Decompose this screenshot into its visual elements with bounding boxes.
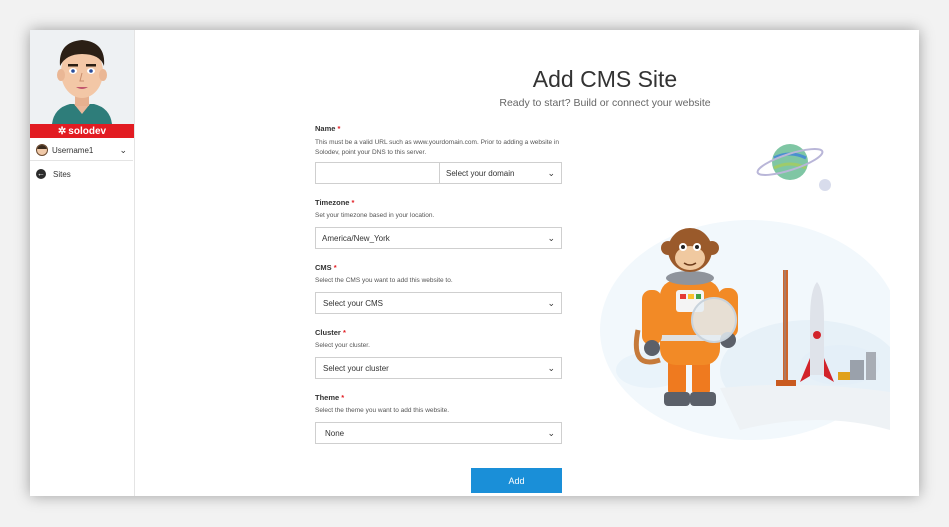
- timezone-help: Set your timezone based in your location…: [315, 212, 435, 219]
- cms-help: Select the CMS you want to add this webs…: [315, 277, 453, 284]
- chevron-down-icon: ⌄: [547, 167, 555, 178]
- chevron-down-icon: ⌄: [547, 232, 555, 243]
- app-window: ✲ solodev Username1 ⌄ ← Sites Add CMS Si…: [30, 30, 919, 496]
- cluster-label-text: Cluster: [315, 328, 341, 337]
- sidebar-item-sites[interactable]: ← Sites: [30, 166, 134, 182]
- cluster-select[interactable]: Select your cluster ⌄: [315, 357, 562, 379]
- required-mark: *: [351, 198, 355, 207]
- domain-select[interactable]: Select your domain ⌄: [439, 162, 562, 184]
- user-menu-dropdown[interactable]: Username1 ⌄: [30, 140, 133, 161]
- timezone-select[interactable]: America/New_York ⌄: [315, 227, 562, 249]
- username: Username1: [52, 145, 94, 155]
- chevron-down-icon: ⌄: [547, 362, 555, 373]
- timezone-label-text: Timezone: [315, 198, 350, 207]
- timezone-select-value: America/New_York: [322, 233, 390, 243]
- name-row: Select your domain ⌄: [315, 162, 562, 184]
- astronaut-monkey-illustration: [600, 144, 890, 440]
- name-label-text: Name: [315, 124, 336, 133]
- page-title: Add CMS Site: [532, 66, 678, 92]
- chevron-down-icon: ⌄: [119, 144, 127, 155]
- cluster-label: Cluster *: [315, 328, 562, 337]
- required-mark: *: [333, 263, 337, 272]
- theme-help: Select the theme you want to add this we…: [315, 407, 450, 414]
- domain-select-value: Select your domain: [446, 168, 515, 178]
- cms-label: CMS *: [315, 263, 562, 272]
- cms-select[interactable]: Select your CMS ⌄: [315, 292, 562, 314]
- cms-label-text: CMS: [315, 263, 332, 272]
- timezone-label: Timezone *: [315, 198, 562, 207]
- theme-label: Theme *: [315, 393, 562, 402]
- add-button[interactable]: Add: [471, 468, 562, 493]
- solodev-logo-icon: ✲: [57, 125, 67, 137]
- name-help: This must be a valid URL such as www.you…: [315, 139, 559, 156]
- cluster-select-value: Select your cluster: [323, 363, 389, 373]
- required-mark: *: [337, 124, 341, 133]
- theme-label-text: Theme: [315, 393, 340, 402]
- add-site-form: Name * This must be a valid URL such as …: [315, 124, 562, 444]
- theme-select[interactable]: None ⌄: [315, 422, 562, 444]
- page-subtitle: Ready to start? Build or connect your we…: [499, 97, 711, 109]
- name-input[interactable]: [315, 162, 439, 184]
- cms-select-value: Select your CMS: [323, 298, 384, 308]
- cluster-help: Select your cluster.: [315, 342, 370, 349]
- sidebar-item-label: Sites: [53, 169, 71, 179]
- chevron-down-icon: ⌄: [547, 297, 555, 308]
- required-mark: *: [342, 328, 346, 337]
- user-avatar[interactable]: [30, 30, 134, 124]
- mini-avatar-icon: [36, 144, 48, 156]
- arrow-left-circle-icon: ←: [36, 169, 46, 179]
- required-mark: *: [341, 393, 345, 402]
- chevron-down-icon: ⌄: [547, 427, 555, 438]
- brand-bar: ✲ solodev: [30, 124, 134, 138]
- sidebar: ✲ solodev Username1 ⌄ ← Sites: [30, 30, 135, 496]
- name-label: Name *: [315, 124, 562, 133]
- avatar-illustration: [30, 30, 134, 124]
- theme-select-value: None: [325, 428, 345, 438]
- brand-name: solodev: [68, 125, 107, 137]
